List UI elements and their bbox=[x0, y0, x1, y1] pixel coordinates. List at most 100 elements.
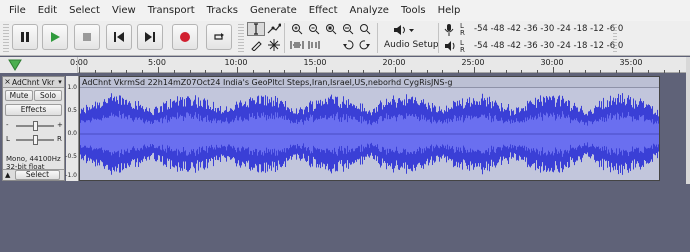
record-meter-scale[interactable]: -54 -48 -42 -36 -30 -24 -18 -12 -6 0 bbox=[474, 24, 623, 34]
ruler-tick bbox=[316, 67, 317, 73]
ruler-tick-label: 15:00 bbox=[303, 58, 327, 67]
audio-setup-speaker[interactable] bbox=[392, 24, 422, 36]
menu-generate[interactable]: Generate bbox=[244, 5, 303, 16]
menu-view[interactable]: View bbox=[106, 5, 142, 16]
audio-setup-button[interactable]: Audio Setup bbox=[384, 40, 439, 50]
meter-grip[interactable] bbox=[613, 24, 617, 52]
ruler-tick bbox=[616, 70, 618, 73]
collapse-track-button[interactable]: ▲ bbox=[5, 171, 10, 179]
zoom-out-icon bbox=[309, 24, 320, 35]
menu-help[interactable]: Help bbox=[432, 5, 467, 16]
ruler-tick bbox=[221, 70, 223, 73]
skip-to-end-button[interactable] bbox=[137, 24, 163, 50]
silence-button[interactable] bbox=[306, 38, 322, 52]
stop-button[interactable] bbox=[74, 24, 100, 50]
select-track-button[interactable]: Select bbox=[15, 170, 60, 180]
zoom-out-button[interactable] bbox=[306, 22, 322, 36]
gain-slider[interactable]: - + bbox=[6, 121, 63, 131]
skip-start-icon bbox=[114, 32, 124, 42]
pencil-icon bbox=[251, 41, 262, 51]
amplitude-ruler[interactable]: 1.0 0.5 0.0 -0.5 -1.0 bbox=[65, 76, 79, 181]
audio-clip[interactable]: AdChnt VkrmSd 22h14mZ07Oct24 India's Geo… bbox=[79, 76, 660, 181]
menu-edit[interactable]: Edit bbox=[32, 5, 63, 16]
ruler-tick bbox=[537, 70, 539, 73]
toolbar-separator bbox=[438, 23, 439, 53]
fit-selection-button[interactable] bbox=[323, 22, 339, 36]
ruler-tick bbox=[284, 70, 286, 73]
amplitude-label: -0.5 bbox=[65, 153, 77, 160]
ruler-tick bbox=[458, 70, 460, 73]
trim-button[interactable] bbox=[289, 38, 305, 52]
menu-transport[interactable]: Transport bbox=[142, 5, 201, 16]
ruler-tick bbox=[568, 70, 570, 73]
playback-meter-button[interactable] bbox=[444, 40, 456, 53]
ruler-tick bbox=[331, 70, 333, 73]
pan-right-label: R bbox=[57, 135, 62, 143]
tools-grip[interactable] bbox=[238, 24, 244, 52]
menu-tools[interactable]: Tools bbox=[395, 5, 432, 16]
track-name[interactable]: AdChnt Vkr bbox=[12, 78, 56, 87]
track-format-rate: Mono, 44100Hz bbox=[6, 155, 61, 163]
loop-button[interactable] bbox=[206, 24, 232, 50]
solo-button[interactable]: Solo bbox=[34, 90, 62, 101]
ruler-tick bbox=[379, 70, 381, 73]
ruler-tick bbox=[663, 70, 665, 73]
record-meter-button[interactable] bbox=[444, 23, 456, 36]
ruler-tick bbox=[347, 70, 349, 73]
redo-button[interactable] bbox=[357, 38, 373, 52]
ruler-tick bbox=[410, 70, 412, 73]
menu-analyze[interactable]: Analyze bbox=[344, 5, 395, 16]
ruler-tick bbox=[489, 70, 491, 73]
ruler-tick-label: 0:00 bbox=[70, 58, 88, 67]
multi-tool[interactable] bbox=[265, 38, 283, 52]
waveform[interactable] bbox=[80, 88, 659, 180]
track-menu-button[interactable]: ▾ bbox=[56, 78, 64, 86]
record-icon bbox=[180, 32, 190, 42]
speaker-icon bbox=[445, 41, 455, 51]
skip-to-start-button[interactable] bbox=[106, 24, 132, 50]
effects-button[interactable]: Effects bbox=[5, 104, 62, 116]
empty-project-area[interactable] bbox=[0, 184, 690, 252]
ruler-tick bbox=[300, 70, 302, 73]
toolbar-grip[interactable] bbox=[3, 24, 9, 52]
close-track-button[interactable]: × bbox=[3, 77, 12, 87]
gain-slider-thumb[interactable] bbox=[33, 121, 38, 131]
undo-icon bbox=[343, 40, 354, 50]
pan-slider-thumb[interactable] bbox=[33, 135, 38, 145]
record-button[interactable] bbox=[172, 24, 198, 50]
pause-icon bbox=[21, 32, 29, 42]
amplitude-label: 1.0 bbox=[67, 84, 77, 91]
selection-tool[interactable] bbox=[247, 22, 265, 36]
play-head-marker-icon[interactable] bbox=[8, 59, 22, 71]
menu-file[interactable]: File bbox=[3, 5, 32, 16]
ruler-tick bbox=[521, 70, 523, 73]
fit-project-button[interactable] bbox=[340, 22, 356, 36]
ruler-tick bbox=[126, 70, 128, 73]
zoom-toggle-button[interactable] bbox=[357, 22, 373, 36]
play-button[interactable] bbox=[42, 24, 68, 50]
ruler-tick bbox=[442, 70, 444, 73]
vertical-scrollbar[interactable] bbox=[686, 57, 690, 184]
menu-effect[interactable]: Effect bbox=[303, 5, 344, 16]
menu-select[interactable]: Select bbox=[63, 5, 106, 16]
ruler-tick bbox=[474, 67, 475, 73]
menu-tracks[interactable]: Tracks bbox=[201, 5, 244, 16]
draw-tool[interactable] bbox=[247, 38, 265, 52]
ruler-tick bbox=[647, 70, 649, 73]
ruler-tick-label: 20:00 bbox=[382, 58, 406, 67]
zoom-in-button[interactable] bbox=[289, 22, 305, 36]
pan-slider[interactable]: L R bbox=[6, 135, 62, 145]
timeline-ruler[interactable]: 0:00 5:00 10:00 15:00 20:00 25:00 30:00 … bbox=[70, 57, 690, 73]
ruler-tick bbox=[158, 67, 159, 73]
envelope-tool[interactable] bbox=[265, 22, 283, 36]
playback-meter-scale[interactable]: -54 -48 -42 -36 -30 -24 -18 -12 -6 0 bbox=[474, 41, 623, 51]
loop-icon bbox=[214, 33, 224, 40]
clip-title[interactable]: AdChnt VkrmSd 22h14mZ07Oct24 India's Geo… bbox=[80, 77, 659, 88]
play-icon bbox=[51, 32, 60, 42]
ruler-corner bbox=[0, 57, 78, 73]
track-footer: ▲ Select bbox=[3, 169, 64, 180]
undo-button[interactable] bbox=[340, 38, 356, 52]
mute-button[interactable]: Mute bbox=[5, 90, 33, 101]
pause-button[interactable] bbox=[12, 24, 38, 50]
ruler-tick-label: 30:00 bbox=[540, 58, 564, 67]
